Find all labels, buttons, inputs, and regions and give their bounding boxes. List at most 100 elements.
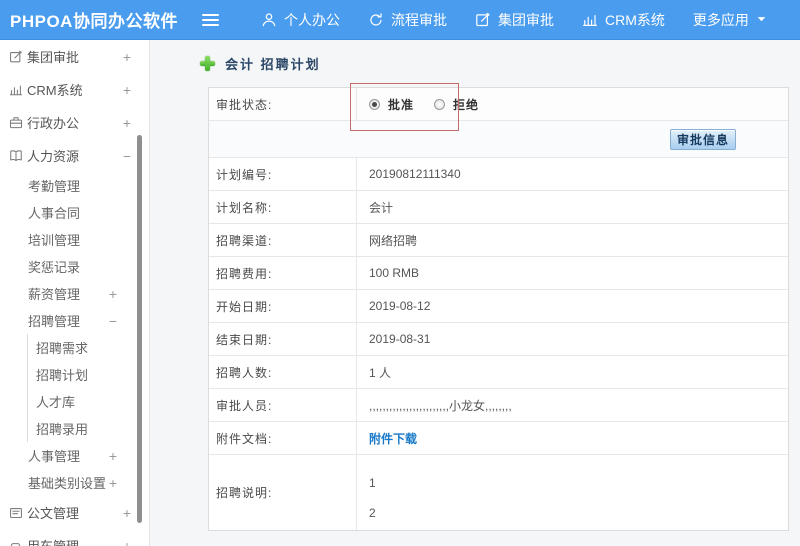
sidebar-item-training-mgmt[interactable]: 培训管理: [0, 226, 149, 253]
bar-chart-icon: [9, 83, 23, 97]
app-logo: PHPOA协同办公软件: [10, 12, 178, 31]
nav-item-label: 流程审批: [391, 11, 447, 28]
radio-approve[interactable]: [369, 98, 380, 110]
top-nav: 个人办公 流程审批 集团审批 CRM系统 更多应用: [247, 10, 781, 30]
field-value-recruit-count: 1 人: [369, 365, 392, 380]
nav-item-crm-system[interactable]: CRM系统: [568, 10, 679, 30]
detail-row-recruit-channel: 招聘渠道: 网络招聘: [209, 224, 788, 257]
expand-icon[interactable]: +: [109, 449, 117, 463]
page-title: 会计 招聘计划: [225, 57, 321, 72]
page-header: 会计 招聘计划: [150, 40, 800, 72]
field-value-end-date: 2019-08-31: [369, 332, 431, 346]
sidebar-item-salary-mgmt[interactable]: 薪资管理 +: [0, 280, 149, 307]
sidebar-item-label: 行政办公: [27, 116, 80, 131]
sidebar-scrollbar-thumb[interactable]: [137, 135, 142, 523]
field-label-recruit-count: 招聘人数:: [209, 356, 357, 388]
expand-icon[interactable]: +: [109, 287, 117, 301]
sidebar-item-label: 人事管理: [28, 449, 81, 464]
nav-item-personal-office[interactable]: 个人办公: [247, 10, 354, 30]
sidebar-item-attendance-mgmt[interactable]: 考勤管理: [0, 172, 149, 199]
sidebar-item-recruit-mgmt[interactable]: 招聘管理 −: [0, 307, 149, 334]
book-icon: [9, 149, 23, 163]
field-label-approvers: 审批人员:: [209, 389, 357, 421]
expand-icon[interactable]: +: [109, 476, 117, 490]
approval-info-button[interactable]: 审批信息: [670, 128, 736, 150]
radio-reject[interactable]: [434, 98, 446, 110]
field-label-description: 招聘说明:: [209, 455, 357, 530]
sidebar-item-label: 人事合同: [28, 206, 81, 221]
field-label-attachment: 附件文档:: [209, 422, 357, 454]
approval-status-row: 审批状态: 批准 拒绝: [209, 88, 788, 121]
sidebar-item-label: 人力资源: [27, 149, 80, 164]
collapse-icon[interactable]: −: [123, 149, 131, 163]
expand-icon[interactable]: +: [123, 83, 131, 97]
sidebar-item-personnel-mgmt[interactable]: 人事管理 +: [0, 442, 149, 469]
sidebar-item-basic-category-settings[interactable]: 基础类别设置 +: [0, 469, 149, 496]
detail-table: 审批状态: 批准 拒绝 审批信息 计划编号: 20190812111340 计划名称:…: [208, 87, 789, 531]
detail-row-plan-name: 计划名称: 会计: [209, 191, 788, 224]
sidebar-item-document-mgmt[interactable]: 公文管理 +: [0, 496, 149, 529]
sidebar-item-recruit-demand[interactable]: 招聘需求: [27, 334, 149, 361]
sidebar-item-group-approval[interactable]: 集团审批 +: [0, 40, 149, 73]
detail-row-approvers: 审批人员: ,,,,,,,,,,,,,,,,,,,,,,,,小龙女,,,,,,,,: [209, 389, 788, 422]
nav-item-workflow-approval[interactable]: 流程审批: [354, 10, 461, 30]
app-window: PHPOA协同办公软件 个人办公 流程审批 集团审批 CRM系统 更多应用 集团审批 + C…: [0, 0, 800, 546]
detail-row-end-date: 结束日期: 2019-08-31: [209, 323, 788, 356]
field-value-recruit-channel: 网络招聘: [369, 233, 418, 248]
expand-icon[interactable]: +: [123, 50, 131, 64]
field-label-end-date: 结束日期:: [209, 323, 357, 355]
sidebar-item-label: 招聘计划: [36, 368, 89, 383]
sidebar-item-talent-pool[interactable]: 人才库: [27, 388, 149, 415]
description-line: 1: [369, 476, 376, 490]
detail-row-recruit-count: 招聘人数: 1 人: [209, 356, 788, 389]
field-label-plan-number: 计划编号:: [209, 158, 357, 190]
nav-item-label: 更多应用: [692, 11, 749, 28]
add-icon[interactable]: [200, 56, 215, 71]
sidebar-item-human-resources[interactable]: 人力资源 −: [0, 139, 149, 172]
sidebar-item-label: 公文管理: [27, 506, 80, 521]
main-content: 会计 招聘计划 审批状态: 批准 拒绝 审批信息 计划编号: 20190812111…: [150, 40, 800, 546]
detail-row-attachment: 附件文档: 附件下载: [209, 422, 788, 455]
field-label-recruit-cost: 招聘费用:: [209, 257, 357, 289]
edit-square-icon: [9, 50, 23, 64]
sidebar-item-label: 奖惩记录: [28, 260, 81, 275]
field-label-approval-status: 审批状态:: [209, 88, 357, 120]
approval-radio-group: 批准 拒绝: [357, 88, 788, 120]
bar-chart-icon: [582, 12, 598, 28]
sidebar-item-label: 用车管理: [27, 536, 79, 546]
detail-row-start-date: 开始日期: 2019-08-12: [209, 290, 788, 323]
sidebar-item-label: CRM系统: [27, 83, 83, 98]
sidebar-item-reward-punishment[interactable]: 奖惩记录: [0, 253, 149, 280]
top-navbar: PHPOA协同办公软件 个人办公 流程审批 集团审批 CRM系统 更多应用: [0, 0, 800, 40]
collapse-icon[interactable]: −: [109, 314, 117, 328]
nav-item-label: CRM系统: [605, 11, 665, 28]
briefcase-icon: [9, 116, 23, 130]
expand-icon[interactable]: +: [123, 116, 131, 130]
sidebar-item-admin-office[interactable]: 行政办公 +: [0, 106, 149, 139]
field-label-start-date: 开始日期:: [209, 290, 357, 322]
sidebar-item-personnel-contract[interactable]: 人事合同: [0, 199, 149, 226]
sidebar-item-vehicle-mgmt[interactable]: 用车管理 +: [0, 529, 149, 546]
expand-icon[interactable]: +: [123, 506, 131, 520]
menu-toggle-icon[interactable]: [202, 11, 219, 29]
nav-item-group-approval[interactable]: 集团审批: [461, 10, 568, 30]
sidebar-item-recruit-hiring[interactable]: 招聘录用: [27, 415, 149, 442]
detail-row-plan-number: 计划编号: 20190812111340: [209, 158, 788, 191]
field-label-plan-name: 计划名称:: [209, 191, 357, 223]
sidebar-item-label: 招聘管理: [28, 314, 81, 329]
sidebar-item-label: 考勤管理: [28, 179, 81, 194]
car-icon: [9, 539, 23, 546]
sidebar-item-recruit-plan[interactable]: 招聘计划: [27, 361, 149, 388]
sidebar-item-label: 集团审批: [27, 50, 80, 65]
attachment-download-link[interactable]: 附件下载: [369, 430, 417, 447]
nav-item-more-apps[interactable]: 更多应用: [679, 10, 781, 30]
radio-label-approve: 批准: [388, 97, 415, 112]
expand-icon[interactable]: +: [123, 539, 131, 546]
sidebar-item-label: 基础类别设置: [28, 476, 107, 491]
caret-down-icon: [756, 14, 767, 25]
cycle-icon: [368, 12, 384, 28]
sidebar-item-label: 招聘需求: [36, 341, 89, 356]
document-icon: [9, 506, 23, 520]
sidebar-item-crm-system[interactable]: CRM系统 +: [0, 73, 149, 106]
edit-square-icon: [475, 12, 491, 28]
